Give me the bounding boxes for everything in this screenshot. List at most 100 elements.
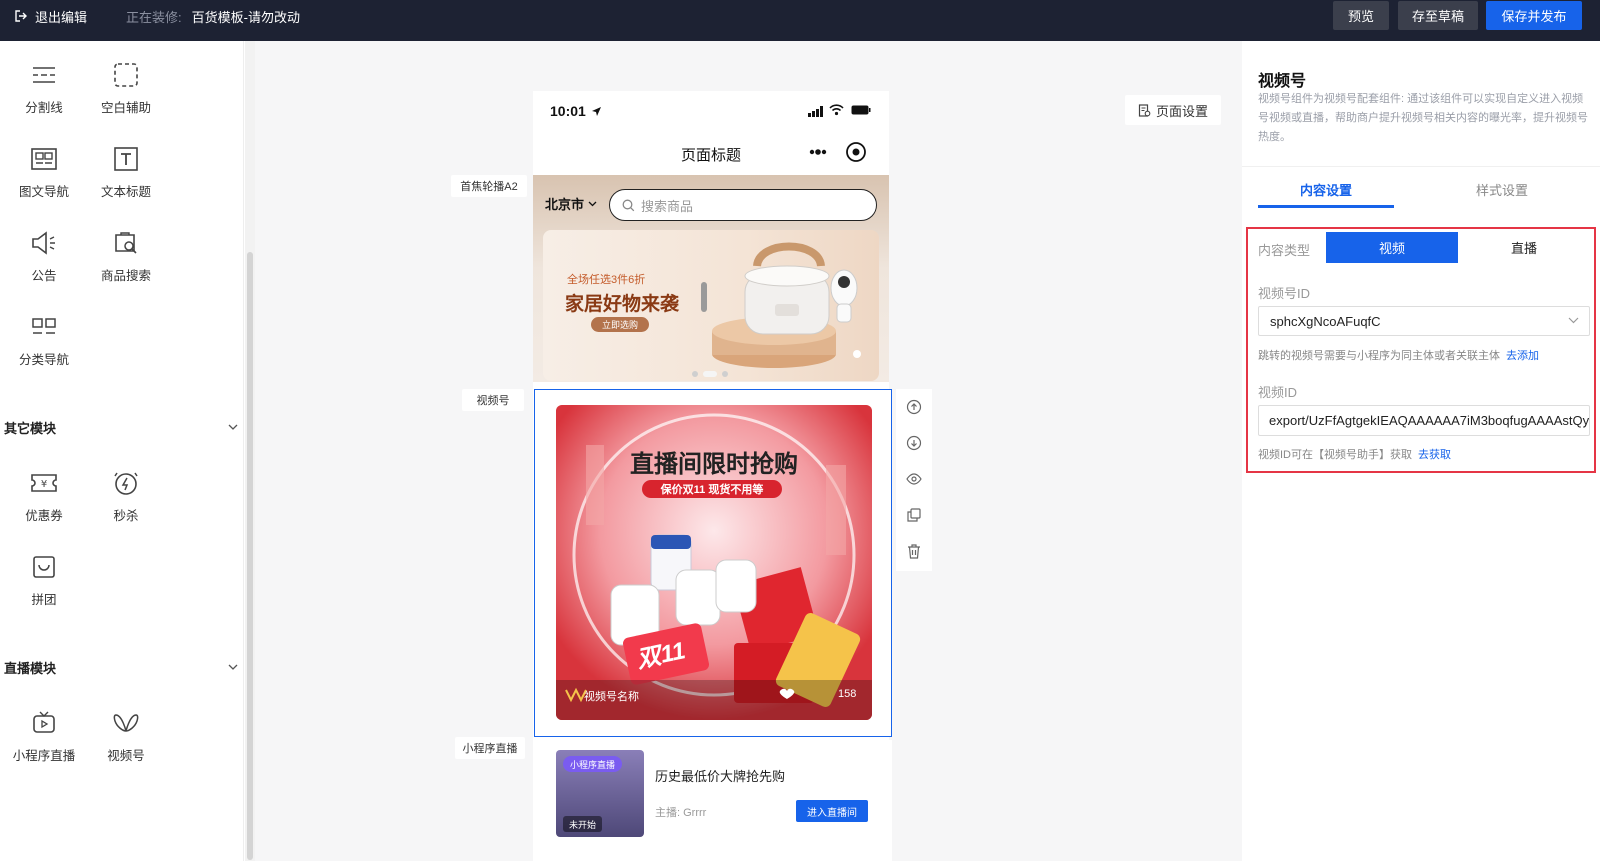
miniprogram-live-card[interactable]: 小程序直播 未开始 历史最低价大牌抢先购 主播: Grrrr 进入直播间 [534,740,892,861]
image-nav-icon [29,144,59,174]
trash-icon [908,543,920,559]
tool-image-nav[interactable]: 图文导航 [8,144,80,200]
tool-label: 分类导航 [18,353,69,367]
tool-label: 文本标题 [100,185,151,199]
section-other-modules[interactable]: 其它模块 [4,417,244,437]
tool-coupon[interactable]: ¥ 优惠券 [8,468,80,524]
signal-icon [808,106,823,117]
exit-edit-button[interactable]: 退出编辑 [14,0,87,32]
page-title: 页面标题 [680,147,741,164]
video-id-label: 视频ID [1258,385,1298,400]
svg-text:¥: ¥ [41,479,47,490]
delete-button[interactable] [896,533,932,569]
chevron-down-icon [228,424,238,430]
status-time: 10:01 [550,103,586,119]
component-panel-scrollbar[interactable] [247,252,253,860]
video-subtitle: 保价双11 现货不用等 [642,480,782,498]
carousel-dots[interactable] [691,370,731,378]
live-badge: 小程序直播 [563,756,623,772]
tool-group-buy[interactable]: 拼团 [8,552,80,608]
chevron-down-icon [228,664,238,670]
exit-edit-label: 退出编辑 [35,9,88,25]
capsule-close-icon[interactable] [845,141,867,163]
move-up-button[interactable] [896,389,932,425]
city-selector[interactable]: 北京市 [545,194,597,213]
section-title: 直播模块 [4,660,57,676]
page-settings-label: 页面设置 [1155,103,1208,119]
copy-icon [907,508,921,522]
video-like-count: 158 [838,688,857,700]
tool-label: 商品搜索 [100,269,151,283]
tool-blank-space[interactable]: 空白辅助 [90,60,162,116]
tab-style-settings[interactable]: 样式设置 [1434,180,1570,199]
get-video-id-link[interactable]: 去获取 [1418,449,1451,461]
tool-text-title[interactable]: 文本标题 [90,144,162,200]
tool-label: 小程序直播 [12,749,76,763]
add-channel-link[interactable]: 去添加 [1506,350,1539,362]
tool-announcement[interactable]: 公告 [8,228,80,284]
video-id-input[interactable] [1258,405,1590,436]
video-title: 直播间限时抢购 [630,451,798,478]
chevron-down-icon [1568,317,1579,324]
content-type-label: 内容类型 [1258,243,1311,258]
page-settings-button[interactable]: 页面设置 [1125,95,1221,125]
more-dots-icon[interactable] [808,148,828,156]
top-bar: 退出编辑 正在装修: 百货模板-请勿改动 预览 存至草稿 保存并发布 [0,0,1600,41]
panel-title: 视频号 [1258,73,1307,90]
tool-category-nav[interactable]: 分类导航 [8,312,80,368]
panel-description: 视频号组件为视频号配套组件: 通过该组件可以实现自定义进入视频号视频或直播，帮助… [1258,93,1588,143]
component-toolbar [896,389,932,571]
channel-id-hint-text: 跳转的视频号需要与小程序为同主体或者关联主体 [1258,350,1500,362]
tool-label: 图文导航 [18,185,69,199]
tool-miniprogram-live[interactable]: 小程序直播 [8,708,80,764]
toggle-visibility-button[interactable] [896,461,932,497]
channel-id-label: 视频号ID [1258,286,1311,301]
channel-id-value: sphcXgNcoAFuqfC [1270,313,1381,329]
tool-product-search[interactable]: 商品搜索 [90,228,162,284]
tool-label: 拼团 [31,593,57,607]
channels-video-card[interactable]: 直播间限时抢购 保价双11 现货不用等 双11 视频号名称 158 [556,405,872,720]
content-type-live-option[interactable]: 直播 [1458,232,1590,263]
arrow-up-circle-icon [906,399,922,415]
content-type-video-option[interactable]: 视频 [1326,232,1458,263]
rice-cooker-image [701,242,861,368]
channel-id-select[interactable]: sphcXgNcoAFuqfC [1258,306,1590,336]
channels-icon [111,708,141,738]
tab-content-settings[interactable]: 内容设置 [1258,180,1394,199]
tool-flash-sale[interactable]: 秒杀 [90,468,162,524]
move-down-button[interactable] [896,425,932,461]
text-title-icon [111,144,141,174]
tool-label: 分割线 [25,101,63,115]
battery-icon [851,105,871,115]
location-arrow-icon [592,107,601,116]
coupon-icon: ¥ [29,468,59,498]
arrow-down-circle-icon [906,435,922,451]
live-host: 主播: Grrrr [655,807,707,819]
tool-label: 空白辅助 [100,101,151,115]
section-live-modules[interactable]: 直播模块 [4,657,244,677]
announcement-icon [29,228,59,258]
tool-channels[interactable]: 视频号 [90,708,162,764]
live-cover: 小程序直播 未开始 [556,750,644,837]
miniprogram-live-icon [29,708,59,738]
phone-nav-bar: 页面标题 [533,133,889,173]
tool-label: 公告 [31,269,57,283]
panel-divider [1242,166,1600,167]
editing-label: 正在装修: [126,9,182,25]
component-tag-channels[interactable]: 视频号 [462,389,524,411]
save-publish-button[interactable]: 保存并发布 [1486,1,1582,30]
component-tag-banner[interactable]: 首焦轮播A2 [451,175,527,197]
banner-promo-line: 全场任选3件6折 [567,274,646,286]
tool-divider[interactable]: 分割线 [8,60,80,116]
enter-live-button[interactable]: 进入直播间 [796,800,868,822]
search-input[interactable]: 搜索商品 [609,189,877,221]
duplicate-button[interactable] [896,497,932,533]
save-draft-button[interactable]: 存至草稿 [1398,1,1478,30]
search-placeholder: 搜索商品 [641,198,694,214]
component-tag-live[interactable]: 小程序直播 [455,737,525,759]
video-id-hint: 视频ID可在【视频号助手】获取 去获取 [1258,446,1451,462]
banner-image[interactable]: 全场任选3件6折 家居好物来袭 立即选购 [543,230,879,381]
preview-button[interactable]: 预览 [1333,1,1389,30]
city-name: 北京市 [545,197,585,212]
product-search-icon [111,228,141,258]
